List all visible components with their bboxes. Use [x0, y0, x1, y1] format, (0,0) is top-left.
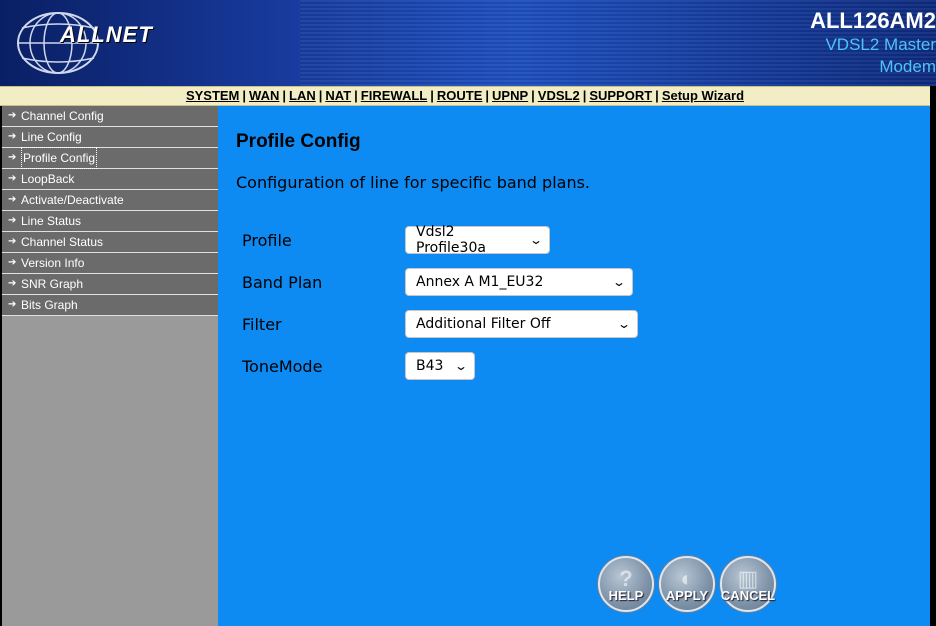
sidebar-item-label: Channel Config [21, 109, 104, 123]
nav-support[interactable]: SUPPORT [589, 88, 652, 103]
arrow-right-icon: ➔ [8, 215, 17, 226]
chevron-down-icon: ⌄ [453, 359, 469, 373]
sidebar-item-version-info[interactable]: ➔ Version Info [2, 253, 218, 274]
band-plan-select-value: Annex A M1_EU32 [416, 274, 544, 290]
nav-vdsl2[interactable]: VDSL2 [538, 88, 580, 103]
sidebar-item-activate-deactivate[interactable]: ➔ Activate/Deactivate [2, 190, 218, 211]
sidebar-item-label: Channel Status [21, 235, 104, 249]
arrow-right-icon: ➔ [8, 257, 17, 268]
sidebar: ➔ Channel Config ➔ Line Config ➔ Profile Co… [2, 106, 218, 626]
top-nav-bar: SYSTEM | WAN | LAN | NAT | FIREWALL | ROUTE | UPNP | V… [0, 86, 930, 106]
arrow-right-icon: ➔ [8, 194, 17, 205]
model-sub-line1: VDSL2 Master [825, 35, 936, 54]
model-sub-line2: Modem [879, 57, 936, 76]
band-plan-row: Band Plan Annex A M1_EU32 ⌄ [242, 267, 633, 297]
band-plan-select[interactable]: Annex A M1_EU32 ⌄ [405, 268, 633, 296]
model-info: ALL126AM2 VDSL2 Master Modem [736, 8, 936, 78]
tonemode-select-value: B43 [416, 358, 444, 374]
model-name: ALL126AM2 [810, 8, 936, 33]
filter-row: Filter Additional Filter Off ⌄ [242, 309, 638, 339]
chevron-down-icon: ⌄ [528, 233, 544, 247]
apply-button[interactable]: ◐ APPLY [659, 556, 715, 612]
sidebar-item-channel-status[interactable]: ➔ Channel Status [2, 232, 218, 253]
main-content: Profile Config Configuration of line for… [218, 106, 930, 626]
band-plan-label: Band Plan [242, 272, 323, 292]
sidebar-item-label: Profile Config [21, 147, 98, 169]
sidebar-item-label: Bits Graph [21, 298, 78, 312]
trash-can-icon: ▥ [737, 566, 759, 591]
page-title: Profile Config [236, 131, 361, 152]
question-mark-icon: ? [619, 566, 633, 591]
nav-upnp[interactable]: UPNP [492, 88, 528, 103]
nav-setup-wizard[interactable]: Setup Wizard [662, 88, 744, 103]
filter-label: Filter [242, 314, 282, 334]
cancel-button[interactable]: ▥ CANCEL [720, 556, 776, 612]
page-description: Configuration of line for specific band … [236, 173, 590, 192]
nav-firewall[interactable]: FIREWALL [361, 88, 427, 103]
header-banner: ALLNET ALL126AM2 VDSL2 Master Modem [0, 0, 936, 86]
filter-select[interactable]: Additional Filter Off ⌄ [405, 310, 638, 338]
arrow-right-icon: ➔ [8, 173, 17, 184]
tonemode-label: ToneMode [242, 356, 323, 376]
profile-label: Profile [242, 230, 292, 250]
filter-select-value: Additional Filter Off [416, 316, 551, 332]
help-button[interactable]: ? HELP [598, 556, 654, 612]
nav-system[interactable]: SYSTEM [186, 88, 239, 103]
sidebar-item-label: Line Config [21, 130, 82, 144]
sidebar-item-label: Activate/Deactivate [21, 193, 124, 207]
logo-text: ALLNET [60, 22, 153, 47]
mouse-icon: ◐ [680, 566, 694, 591]
profile-select[interactable]: Vdsl2 Profile30a ⌄ [405, 224, 550, 256]
tonemode-select[interactable]: B43 ⌄ [405, 352, 475, 380]
nav-nat[interactable]: NAT [325, 88, 351, 103]
sidebar-item-label: LoopBack [21, 172, 75, 186]
sidebar-item-label: Line Status [21, 214, 82, 228]
sidebar-item-loopback[interactable]: ➔ LoopBack [2, 169, 218, 190]
sidebar-item-channel-config[interactable]: ➔ Channel Config [2, 106, 218, 127]
arrow-right-icon: ➔ [8, 110, 17, 121]
nav-wan[interactable]: WAN [249, 88, 279, 103]
profile-select-value: Vdsl2 Profile30a [416, 224, 486, 256]
sidebar-item-profile-config[interactable]: ➔ Profile Config [2, 147, 218, 169]
sidebar-item-label: SNR Graph [21, 277, 84, 291]
sidebar-item-line-config[interactable]: ➔ Line Config [2, 127, 218, 148]
chevron-down-icon: ⌄ [611, 275, 627, 289]
sidebar-item-bits-graph[interactable]: ➔ Bits Graph [2, 295, 218, 316]
nav-lan[interactable]: LAN [289, 88, 316, 103]
sidebar-item-label: Version Info [21, 256, 85, 270]
arrow-right-icon: ➔ [8, 131, 17, 142]
arrow-right-icon: ➔ [8, 299, 17, 310]
chevron-down-icon: ⌄ [616, 317, 632, 331]
arrow-right-icon: ➔ [8, 152, 17, 163]
sidebar-item-snr-graph[interactable]: ➔ SNR Graph [2, 274, 218, 295]
sidebar-item-line-status[interactable]: ➔ Line Status [2, 211, 218, 232]
tonemode-row: ToneMode B43 ⌄ [242, 351, 475, 381]
nav-route[interactable]: ROUTE [437, 88, 483, 103]
arrow-right-icon: ➔ [8, 236, 17, 247]
arrow-right-icon: ➔ [8, 278, 17, 289]
profile-row: Profile Vdsl2 Profile30a ⌄ [242, 224, 550, 256]
